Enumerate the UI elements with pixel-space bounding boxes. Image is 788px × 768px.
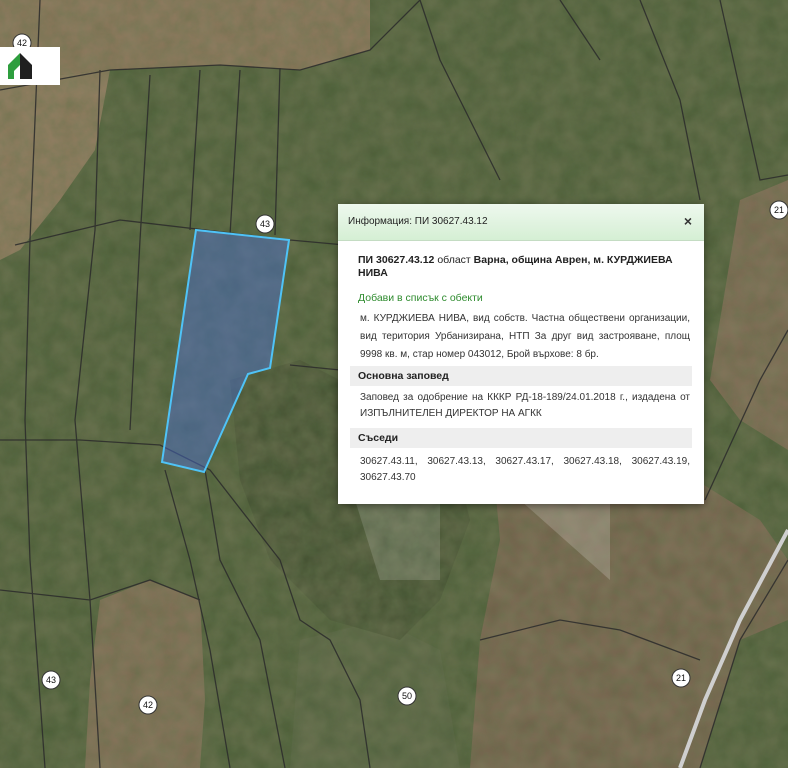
site-logo[interactable] xyxy=(0,47,60,85)
add-to-list-link[interactable]: Добави в списък с обекти xyxy=(358,292,483,304)
neighbor-item[interactable]: 30627.43.11, xyxy=(360,454,418,470)
parcel-number-label: 43 xyxy=(46,675,56,685)
parcel-number-label: 43 xyxy=(260,219,270,229)
info-popup: Информация: ПИ 30627.43.12 × ПИ 30627.43… xyxy=(338,204,704,504)
parcel-description: м. КУРДЖИЕВА НИВА, вид собств. Частна об… xyxy=(360,313,690,360)
neighbors-list: 30627.43.11, 30627.43.13, 30627.43.17, 3… xyxy=(360,454,690,486)
close-icon[interactable]: × xyxy=(680,213,696,229)
neighbor-item[interactable]: 30627.43.19, xyxy=(632,454,690,470)
neighbor-item[interactable]: 30627.43.13, xyxy=(427,454,485,470)
neighbors-section-header: Съседи xyxy=(350,428,692,448)
parcel-number-label: 21 xyxy=(676,673,686,683)
popup-header: Информация: ПИ 30627.43.12 × xyxy=(338,204,704,241)
neighbor-item[interactable]: 30627.43.70 xyxy=(360,472,416,483)
parcel-number-label: 21 xyxy=(774,205,784,215)
parcel-number-label: 42 xyxy=(143,700,153,710)
neighbor-item[interactable]: 30627.43.18, xyxy=(564,454,622,470)
order-section-header: Основна заповед xyxy=(350,366,692,386)
parcel-heading: ПИ 30627.43.12 област Варна, община Авре… xyxy=(358,254,688,280)
parcel-number-label: 50 xyxy=(402,691,412,701)
neighbor-item[interactable]: 30627.43.17, xyxy=(495,454,553,470)
popup-title: Информация: ПИ 30627.43.12 xyxy=(348,216,488,227)
parcel-id: ПИ 30627.43.12 xyxy=(358,254,435,266)
order-text: Заповед за одобрение на КККР РД-18-189/2… xyxy=(360,392,690,419)
parcel-region-label: област xyxy=(437,254,471,266)
house-logo-icon xyxy=(8,53,32,79)
